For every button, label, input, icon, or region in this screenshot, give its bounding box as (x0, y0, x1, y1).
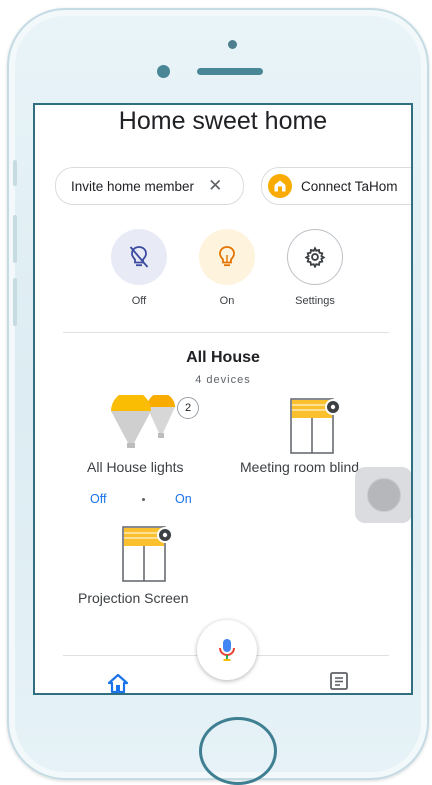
all-house-lights-label[interactable]: All House lights (87, 459, 184, 475)
separator-dot (142, 498, 145, 501)
connect-service-label: Connect TaHom (301, 178, 398, 194)
off-label: Off (131, 295, 147, 307)
on-label: On (219, 295, 235, 307)
proximity-sensor (228, 40, 237, 49)
earpiece-speaker (197, 68, 263, 75)
side-button (13, 160, 17, 186)
lightbulb-on-icon (199, 229, 255, 285)
blind-settings-icon[interactable] (121, 525, 177, 583)
section-divider (63, 332, 389, 333)
lightbulb-off-icon (111, 229, 167, 285)
nav-home-tab[interactable] (107, 673, 129, 693)
feed-icon (330, 672, 348, 690)
app-screen: Home sweet home Invite home member ✕ Con… (33, 103, 413, 695)
close-icon[interactable]: ✕ (208, 176, 222, 196)
light-bulbs-group-icon[interactable] (107, 391, 179, 449)
assistive-touch-icon (366, 478, 401, 512)
front-camera (157, 65, 170, 78)
nav-feed-tab[interactable] (329, 671, 349, 693)
projection-screen-label[interactable]: Projection Screen (78, 590, 189, 606)
all-lights-on-button[interactable]: On (197, 229, 257, 307)
home-icon (268, 174, 292, 198)
device-count: 4 devices (195, 374, 251, 386)
invite-member-chip[interactable]: Invite home member ✕ (55, 167, 244, 205)
invite-member-label: Invite home member (71, 178, 195, 194)
connect-service-chip[interactable]: Connect TaHom (261, 167, 411, 205)
voice-assistant-button[interactable] (197, 620, 257, 680)
room-title: All House (186, 349, 260, 366)
gear-icon (287, 229, 343, 285)
all-lights-off-button[interactable]: Off (109, 229, 169, 307)
side-button (13, 278, 17, 326)
light-count-badge: 2 (177, 397, 199, 419)
microphone-icon (219, 639, 235, 661)
page-title: Home sweet home (118, 107, 328, 135)
phone-home-button[interactable] (199, 717, 277, 785)
settings-label: Settings (295, 295, 335, 307)
settings-button[interactable]: Settings (285, 229, 345, 307)
meeting-room-blind-label[interactable]: Meeting room blind (240, 459, 359, 475)
lights-on-link[interactable]: On (175, 492, 192, 506)
assistive-touch-button[interactable] (355, 467, 411, 523)
lights-off-link[interactable]: Off (90, 492, 106, 506)
side-button (13, 215, 17, 263)
blind-settings-icon[interactable] (289, 397, 345, 455)
home-icon (107, 673, 129, 693)
